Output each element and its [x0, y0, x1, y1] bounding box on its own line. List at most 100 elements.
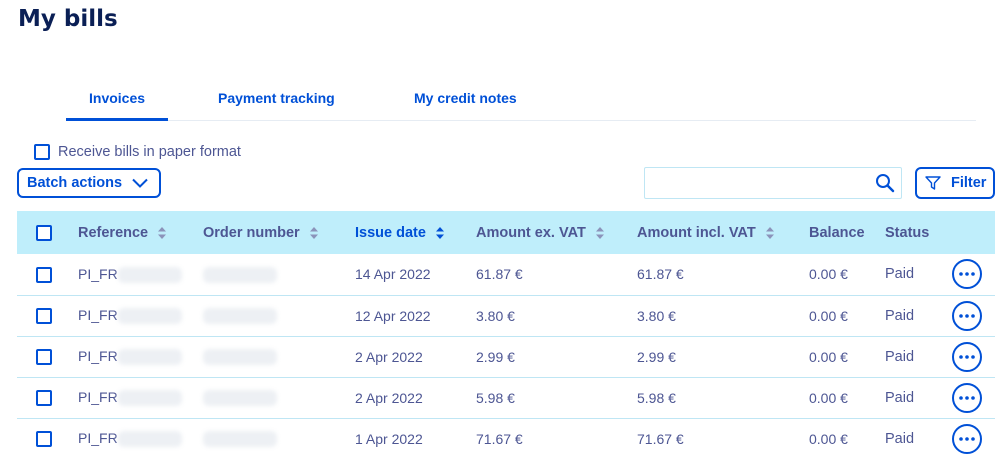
redacted-order-number [203, 431, 277, 448]
row-select-cell [17, 295, 78, 336]
search-icon[interactable] [875, 173, 895, 193]
balance-cell: 0.00 € [809, 389, 848, 406]
order-number-cell [203, 336, 355, 377]
column-label: Amount ex. VAT [476, 224, 586, 241]
column-reference[interactable]: Reference [78, 211, 203, 254]
row-more-button[interactable] [952, 259, 982, 290]
reference-cell: PI_FR [78, 254, 203, 295]
column-amount-incl-vat[interactable]: Amount incl. VAT [637, 211, 809, 254]
column-balance: Balance [809, 224, 865, 241]
sort-icon [309, 226, 318, 239]
more-options-icon [959, 313, 975, 318]
reference-cell: PI_FR [78, 377, 203, 418]
chevron-down-icon [132, 178, 148, 188]
status-cell: Paid [885, 389, 915, 406]
tab-credit-notes[interactable]: My credit notes [414, 90, 517, 106]
column-issue-date[interactable]: Issue date [355, 211, 476, 254]
paper-format-checkbox[interactable] [34, 144, 50, 160]
issue-date-cell: 2 Apr 2022 [355, 389, 423, 406]
redacted-reference [117, 390, 182, 407]
table-row: PI_FR 2 Apr 2022 5.98 € 5.98 € 0.00 € Pa… [17, 377, 995, 418]
filter-button[interactable]: Filter [915, 167, 995, 199]
row-checkbox[interactable] [36, 349, 52, 366]
amount-ex-vat-cell: 3.80 € [476, 307, 515, 324]
column-actions [952, 211, 995, 254]
reference-text: PI_FR [78, 388, 118, 405]
reference-cell: PI_FR [78, 418, 203, 459]
tab-payment-tracking[interactable]: Payment tracking [218, 90, 335, 106]
bills-table: Reference Order number Issue date Amount… [17, 211, 995, 459]
more-options-icon [959, 354, 975, 359]
column-label: Reference [78, 224, 149, 241]
table-header-row: Reference Order number Issue date Amount… [17, 211, 995, 254]
table-row: PI_FR 14 Apr 2022 61.87 € 61.87 € 0.00 €… [17, 254, 995, 295]
column-status: Status [885, 224, 930, 241]
balance-cell: 0.00 € [809, 266, 848, 283]
redacted-order-number [203, 266, 277, 283]
filter-icon [925, 176, 941, 190]
order-number-cell [203, 418, 355, 459]
actions-cell [952, 377, 995, 418]
table-row: PI_FR 12 Apr 2022 3.80 € 3.80 € 0.00 € P… [17, 295, 995, 336]
row-checkbox[interactable] [36, 266, 52, 283]
select-all-checkbox[interactable] [36, 224, 52, 241]
amount-incl-vat-cell: 3.80 € [637, 307, 676, 324]
amount-incl-vat-cell: 2.99 € [637, 348, 676, 365]
amount-ex-vat-cell: 61.87 € [476, 266, 523, 283]
page-title: My bills [18, 6, 118, 32]
order-number-cell [203, 377, 355, 418]
row-more-button[interactable] [952, 423, 982, 454]
more-options-icon [959, 436, 975, 441]
column-label: Issue date [355, 224, 426, 241]
more-options-icon [959, 272, 975, 277]
row-checkbox[interactable] [36, 431, 52, 448]
paper-format-option[interactable]: Receive bills in paper format [34, 144, 241, 160]
reference-text: PI_FR [78, 265, 118, 282]
balance-cell: 0.00 € [809, 348, 848, 365]
amount-ex-vat-cell: 71.67 € [476, 430, 523, 447]
actions-cell [952, 336, 995, 377]
actions-cell [952, 418, 995, 459]
status-cell: Paid [885, 266, 915, 283]
bills-page: My bills Invoices Payment tracking My cr… [0, 0, 1003, 459]
batch-actions-button[interactable]: Batch actions [17, 168, 161, 198]
order-number-cell [203, 295, 355, 336]
amount-incl-vat-cell: 5.98 € [637, 389, 676, 406]
issue-date-cell: 2 Apr 2022 [355, 348, 423, 365]
amount-incl-vat-cell: 71.67 € [637, 430, 684, 447]
redacted-order-number [203, 390, 277, 407]
reference-cell: PI_FR [78, 336, 203, 377]
table-row: PI_FR 1 Apr 2022 71.67 € 71.67 € 0.00 € … [17, 418, 995, 459]
search-input[interactable] [651, 168, 875, 198]
paper-format-label: Receive bills in paper format [58, 144, 241, 160]
row-more-button[interactable] [952, 300, 982, 331]
column-order-number[interactable]: Order number [203, 211, 355, 254]
row-more-button[interactable] [952, 341, 982, 372]
redacted-reference [117, 308, 182, 325]
row-more-button[interactable] [952, 382, 982, 413]
select-all-cell [17, 211, 78, 254]
column-amount-ex-vat[interactable]: Amount ex. VAT [476, 211, 637, 254]
reference-cell: PI_FR [78, 295, 203, 336]
tab-bar: Invoices Payment tracking My credit note… [65, 80, 976, 121]
reference-text: PI_FR [78, 306, 118, 323]
redacted-order-number [203, 349, 277, 366]
tab-invoices[interactable]: Invoices [65, 90, 169, 121]
balance-cell: 0.00 € [809, 430, 848, 447]
order-number-cell [203, 254, 355, 295]
reference-text: PI_FR [78, 347, 118, 364]
sort-icon [765, 226, 774, 239]
issue-date-cell: 12 Apr 2022 [355, 307, 431, 324]
redacted-reference [117, 349, 182, 366]
row-select-cell [17, 336, 78, 377]
redacted-reference [117, 431, 182, 448]
issue-date-cell: 1 Apr 2022 [355, 430, 423, 447]
column-label: Order number [203, 224, 300, 241]
row-checkbox[interactable] [36, 308, 52, 325]
status-cell: Paid [885, 348, 915, 365]
row-checkbox[interactable] [36, 390, 52, 407]
balance-cell: 0.00 € [809, 307, 848, 324]
amount-incl-vat-cell: 61.87 € [637, 266, 684, 283]
search-field[interactable] [644, 167, 902, 199]
actions-cell [952, 295, 995, 336]
